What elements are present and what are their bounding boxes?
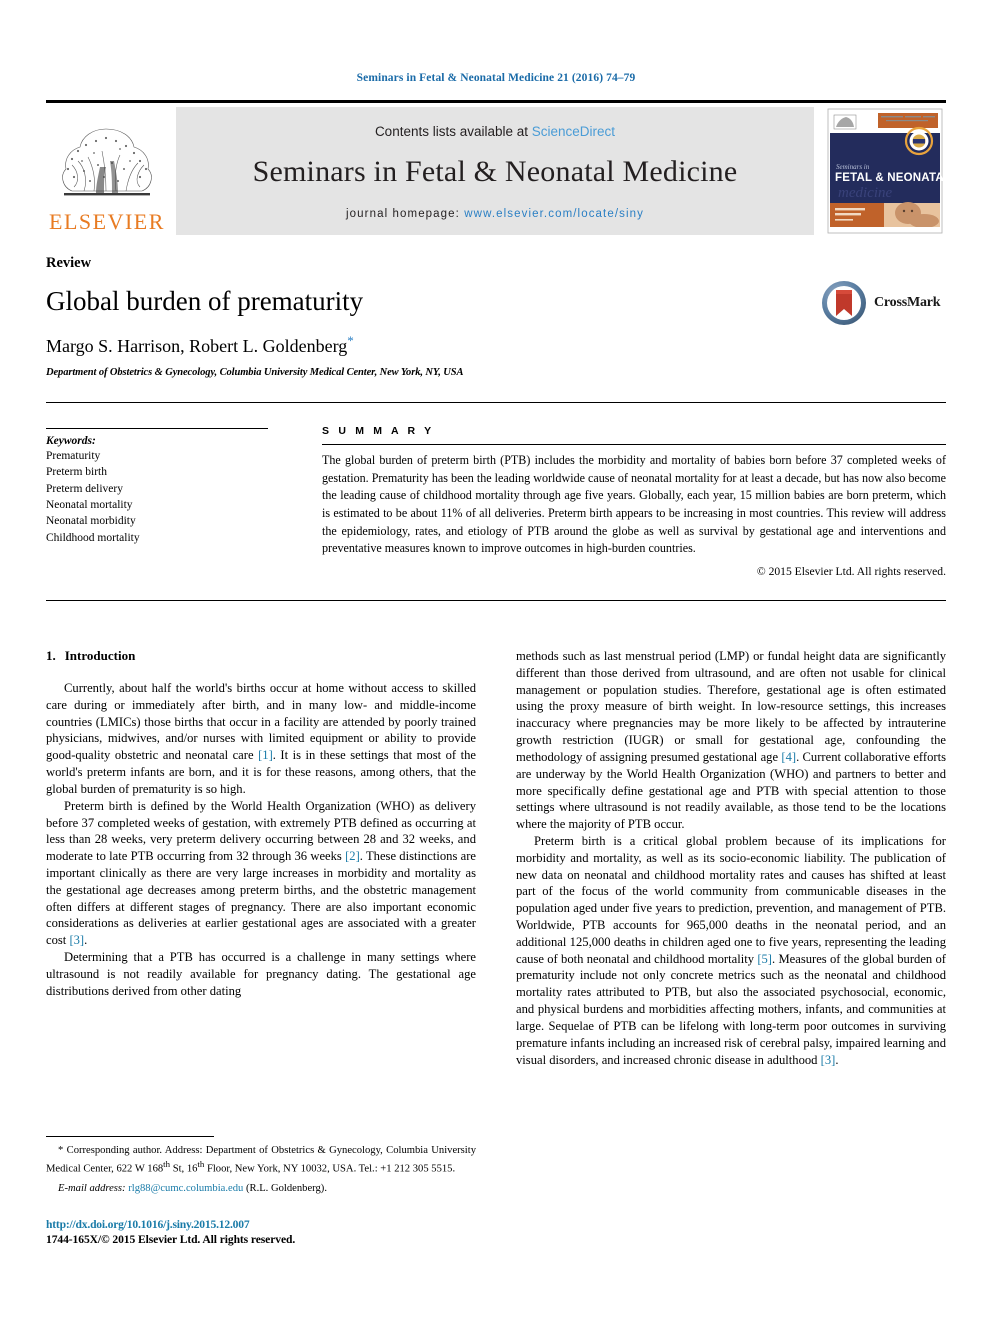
article-page: Seminars in Fetal & Neonatal Medicine 21… [0, 0, 992, 1323]
svg-text:FETAL & NEONATAL: FETAL & NEONATAL [835, 172, 946, 184]
sciencedirect-link[interactable]: ScienceDirect [532, 124, 615, 139]
footnote-email-line: E-mail address: rlg88@cumc.columbia.edu … [46, 1182, 476, 1196]
citation-ref[interactable]: [5] [757, 952, 772, 966]
body-columns: 1. Introduction Currently, about half the… [46, 648, 946, 1208]
crossmark-icon [822, 281, 866, 325]
keyword-item: Prematurity [46, 450, 101, 462]
body-paragraph: Determining that a PTB has occurred is a… [46, 950, 476, 998]
keywords-rule [46, 428, 268, 429]
body-paragraph: methods such as last menstrual period (L… [516, 649, 946, 832]
keyword-item: Childhood mortality [46, 531, 140, 544]
summary-rule [322, 444, 946, 445]
crossmark-label: CrossMark [874, 295, 941, 310]
elsevier-mini-logo [833, 114, 857, 130]
abstract-rule-top [46, 402, 946, 403]
issn-copyright: 1744-165X/© 2015 Elsevier Ltd. All right… [46, 1233, 296, 1246]
svg-text:medicine: medicine [838, 185, 892, 201]
article-type: Review [46, 255, 92, 271]
footnote-address: * Corresponding author. Address: Departm… [46, 1145, 476, 1175]
page-footer: http://dx.doi.org/10.1016/j.siny.2015.12… [46, 1218, 546, 1246]
journal-homepage-line: journal homepage: www.elsevier.com/locat… [176, 208, 814, 220]
summary-block: S U M M A R Y The global burden of prete… [322, 425, 946, 578]
section-title: Introduction [64, 648, 136, 663]
page-title: Global burden of prematurity [46, 286, 364, 316]
section-number: 1. [46, 648, 56, 663]
citation-ref[interactable]: [3] [821, 1053, 836, 1067]
left-column: 1. Introduction Currently, about half the… [46, 648, 476, 999]
summary-text: The global burden of preterm birth (PTB)… [322, 453, 946, 556]
elsevier-wordmark: ELSEVIER [49, 209, 165, 234]
citation-ref[interactable]: [2] [345, 849, 360, 863]
journal-cover-icon: Seminars in FETAL & NEONATAL medicine [827, 108, 946, 234]
email-link[interactable]: rlg88@cumc.columbia.edu [128, 1183, 243, 1194]
doi-link[interactable]: http://dx.doi.org/10.1016/j.siny.2015.12… [46, 1218, 546, 1231]
keyword-item: Preterm birth [46, 466, 107, 479]
running-head: Seminars in Fetal & Neonatal Medicine 21… [356, 72, 636, 84]
journal-masthead: ELSEVIER Contents lists available at Sci… [46, 100, 946, 237]
journal-title: Seminars in Fetal & Neonatal Medicine [252, 155, 738, 188]
author-affiliation: Department of Obstetrics & Gynecology, C… [46, 366, 464, 378]
email-label: E-mail address: [58, 1183, 126, 1195]
footnote-rule [46, 1136, 214, 1137]
journal-cover-thumbnail: Seminars in FETAL & NEONATAL medicine [824, 107, 946, 235]
masthead-center-panel: Contents lists available at ScienceDirec… [176, 107, 814, 235]
corresponding-author-marker[interactable]: * [347, 333, 354, 348]
copyright-line: © 2015 Elsevier Ltd. All rights reserved… [756, 564, 946, 578]
right-column: methods such as last menstrual period (L… [516, 648, 946, 1068]
contents-prefix: Contents lists available at [374, 124, 532, 139]
keywords-label: Keywords: [46, 435, 96, 447]
crossmark-badge[interactable]: CrossMark [820, 276, 946, 330]
author-names: Margo S. Harrison, Robert L. Goldenberg [46, 336, 348, 357]
svg-text:Seminars in: Seminars in [836, 163, 870, 171]
elsevier-logo: ELSEVIER [46, 107, 168, 235]
elsevier-tree-icon [62, 128, 152, 196]
author-list: Margo S. Harrison, Robert L. Goldenberg* [46, 333, 946, 358]
contents-lists-line: Contents lists available at ScienceDirec… [176, 124, 814, 139]
keyword-item: Preterm delivery [46, 482, 123, 495]
keywords-block: Keywords: Prematurity Preterm birth Pret… [46, 428, 276, 546]
homepage-prefix: journal homepage: [346, 208, 465, 220]
keyword-item: Neonatal morbidity [46, 515, 136, 528]
article-header: Review Global burden of prematurity Marg… [46, 255, 946, 378]
citation-ref[interactable]: [1] [258, 748, 273, 762]
keyword-item: Neonatal mortality [46, 498, 133, 511]
email-owner: (R.L. Goldenberg). [245, 1183, 327, 1195]
body-paragraph: Preterm birth is a critical global probl… [516, 833, 947, 1067]
citation-ref[interactable]: [3] [69, 933, 84, 947]
summary-label: S U M M A R Y [322, 425, 435, 437]
body-paragraph: Preterm birth is defined by the World He… [46, 798, 476, 948]
corresponding-author-footnote: * Corresponding author. Address: Departm… [46, 1136, 476, 1197]
body-paragraph: Currently, about half the world's births… [46, 681, 476, 796]
citation-ref[interactable]: [4] [781, 750, 796, 764]
journal-homepage-link[interactable]: www.elsevier.com/locate/siny [464, 208, 644, 220]
section-heading-introduction: 1. Introduction [46, 648, 476, 664]
abstract-rule-bottom [46, 600, 946, 601]
